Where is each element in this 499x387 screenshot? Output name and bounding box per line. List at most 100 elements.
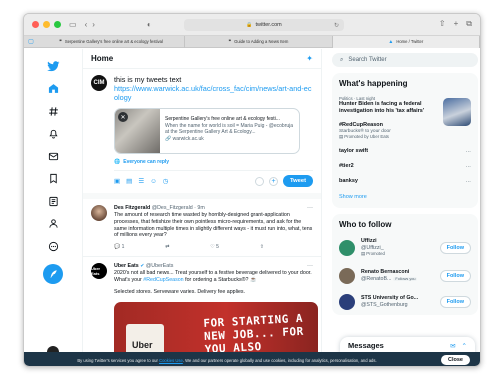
tweet-avatar[interactable] [91, 205, 107, 221]
messages-label: Messages [348, 341, 384, 350]
compose-input[interactable]: this is my tweets text [114, 75, 313, 84]
follow-button[interactable]: Follow [439, 269, 471, 282]
new-message-icon[interactable]: ✉ [450, 342, 455, 350]
twitter-favicon: ▲ [388, 38, 394, 45]
follow-info: STS University of Go... @STS_Gothenburg [361, 295, 440, 308]
card-description: When the name for world is soil = Maria … [165, 122, 294, 136]
explore-icon[interactable] [44, 102, 62, 120]
page-title: Home [91, 54, 114, 63]
emoji-icon[interactable]: ☺ [150, 178, 157, 185]
trend-item[interactable]: banksy ··· [332, 174, 478, 189]
left-nav [24, 49, 82, 366]
serpentine-favicon: ❞ [59, 38, 62, 44]
tweet-time[interactable]: 9m [197, 205, 204, 211]
zoom-window-button[interactable] [54, 21, 61, 28]
sidebar-icon[interactable]: ▢ [24, 38, 38, 45]
retweet-icon[interactable]: ⇄ [165, 244, 169, 250]
bookmarks-icon[interactable] [44, 170, 62, 188]
cookie-policy-link[interactable]: Cookies Use [159, 358, 183, 363]
poll-icon[interactable]: ☰ [138, 177, 144, 185]
trend-item[interactable]: taylor swift ··· [332, 144, 478, 159]
panel-title: Who to follow [339, 220, 392, 230]
search-icon: ⌕ [340, 56, 344, 63]
notifications-icon[interactable] [44, 125, 62, 143]
user-avatar[interactable]: CIM [91, 75, 107, 91]
expand-icon[interactable]: ⌃ [462, 342, 467, 350]
trend-item[interactable]: #RedCupReason Starbucks® to your door ▤ … [332, 118, 478, 144]
tweet-author[interactable]: Des Fitzgerald [114, 205, 150, 211]
main-timeline: Home ✦ CIM this is my tweets text https:… [82, 49, 322, 366]
tweet-author[interactable]: Uber Eats [114, 263, 139, 269]
schedule-icon[interactable]: ◷ [163, 177, 169, 185]
privacy-shield-icon[interactable]: ◐ [147, 20, 152, 29]
tweet-button[interactable]: Tweet [283, 175, 313, 187]
minimize-window-button[interactable] [43, 21, 50, 28]
tweet-avatar[interactable]: Uber Eats [91, 263, 107, 280]
hashtag-link[interactable]: #RedCupSeason [143, 277, 183, 283]
tab-overview-icon[interactable]: ⧉ [466, 20, 472, 28]
lock-icon: 🔒 [246, 22, 253, 28]
search-input[interactable]: ⌕ Search Twitter [332, 53, 478, 67]
browser-toolbar: ▭ ‹ › ◐ 🔒 twitter.com ↻ ⇧ + ⧉ [24, 14, 480, 36]
gif-icon[interactable]: ▤ [126, 177, 132, 185]
home-icon[interactable] [44, 80, 62, 98]
tweet[interactable]: Des Fitzgerald @Des_Fitzgerald · 9m The … [83, 199, 321, 258]
more-options-icon[interactable]: ··· [466, 164, 472, 170]
twitter-logo-icon[interactable] [44, 57, 62, 75]
compose-actions: + Tweet [255, 175, 313, 187]
forward-icon[interactable]: › [92, 20, 95, 29]
link-preview-card[interactable]: ✕ Serpentine Gallery's free online art &… [114, 108, 300, 154]
reload-icon[interactable]: ↻ [334, 22, 339, 29]
address-text: twitter.com [255, 22, 282, 28]
sidebar-toggle-icon[interactable]: ▭ [69, 20, 77, 29]
follow-suggestion[interactable]: STS University of Go... @STS_Gothenburg … [332, 289, 478, 315]
new-tab-icon[interactable]: + [454, 20, 459, 28]
follow-suggestion[interactable]: Uffizzi @Uffizzi_ ▤ Promoted Follow [332, 233, 478, 263]
follow-suggestion[interactable]: Renato Bernasconi @RenatoB... Follows you… [332, 263, 478, 289]
trend-title: Hunter Biden is facing a federal investi… [339, 101, 425, 114]
show-more-link[interactable]: Show more [332, 188, 478, 208]
reply-action[interactable]: 💬 1 [114, 244, 124, 250]
follow-avatar[interactable] [339, 239, 355, 256]
follow-avatar[interactable] [339, 267, 355, 284]
follow-info: Uffizzi @Uffizzi_ ▤ Promoted [361, 238, 440, 258]
media-icon[interactable]: ▣ [114, 177, 120, 185]
like-count: 5 [216, 244, 219, 251]
share-icon[interactable]: ⇧ [260, 244, 264, 250]
add-tweet-icon[interactable]: + [269, 176, 278, 186]
character-counter-icon [255, 176, 264, 186]
reply-setting[interactable]: 🌐 Everyone can reply [114, 159, 313, 171]
more-icon[interactable] [44, 237, 62, 255]
tab-guide[interactable]: ❞ Guide to Adding a News Item [185, 35, 333, 48]
more-options-icon[interactable]: ··· [466, 179, 472, 185]
trend-item[interactable]: Politics · Last night Hunter Biden is fa… [332, 92, 478, 126]
tweet-handle[interactable]: @Des_Fitzgerald [152, 205, 193, 211]
more-options-icon[interactable]: ··· [307, 263, 313, 269]
tweet-handle[interactable]: @UberEats [146, 263, 173, 269]
compose-tweet-button[interactable] [43, 263, 63, 284]
more-options-icon[interactable]: ··· [466, 149, 472, 155]
trend-item[interactable]: #tier2 ··· [332, 159, 478, 174]
like-action[interactable]: ♡ 5 [210, 244, 219, 250]
profile-icon[interactable] [44, 215, 62, 233]
remove-card-icon[interactable]: ✕ [118, 112, 128, 122]
tweet[interactable]: Uber Eats Uber Eats ✔ @UberEats 2020's n… [83, 257, 321, 366]
messages-icon[interactable] [44, 147, 62, 165]
close-window-button[interactable] [32, 21, 39, 28]
more-options-icon[interactable]: ··· [307, 205, 313, 211]
who-to-follow-panel: Who to follow Uffizzi @Uffizzi_ ▤ Promot… [332, 214, 478, 315]
follow-button[interactable]: Follow [439, 241, 471, 254]
compose-link-text[interactable]: https://www.warwick.ac.uk/fac/cross_fac/… [114, 84, 313, 102]
tab-home-twitter[interactable]: ▲ Home / Twitter [332, 35, 480, 48]
follow-button[interactable]: Follow [439, 295, 471, 308]
share-icon[interactable]: ⇧ [439, 20, 446, 28]
cookie-close-button[interactable]: Close [441, 355, 470, 365]
address-bar[interactable]: 🔒 twitter.com ↻ [184, 19, 344, 31]
follow-avatar[interactable] [339, 293, 355, 310]
tab-serpentine[interactable]: ❞ Serpentine Gallery's free online art &… [38, 35, 186, 48]
toolbar-actions: ⇧ + ⧉ [439, 20, 472, 28]
cup-text: Uber [132, 339, 153, 350]
sparkle-icon[interactable]: ✦ [306, 54, 313, 63]
lists-icon[interactable] [44, 192, 62, 210]
back-icon[interactable]: ‹ [85, 20, 88, 29]
